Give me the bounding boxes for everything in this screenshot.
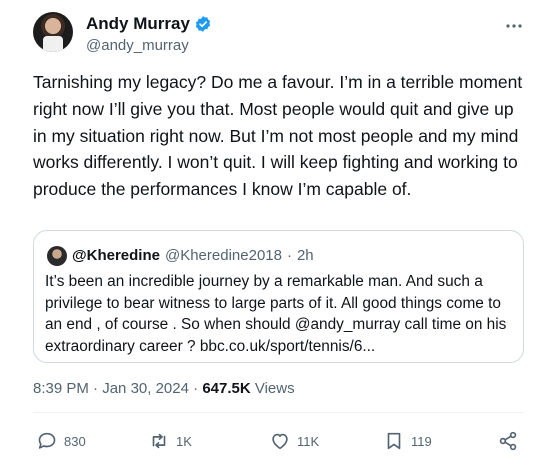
meta-separator-1: · bbox=[93, 380, 99, 397]
views-label: Views bbox=[254, 380, 295, 397]
quoted-header: @Kheredine @Kheredine2018 · 2h bbox=[72, 247, 314, 264]
like-button[interactable]: 11K bbox=[269, 430, 319, 452]
quoted-time: 2h bbox=[296, 247, 314, 264]
quoted-separator: · bbox=[286, 247, 292, 264]
author-name[interactable]: Andy Murray bbox=[86, 14, 190, 34]
bookmark-count: 119 bbox=[411, 433, 432, 449]
quoted-text: It’s been an incredible journey by a rem… bbox=[45, 273, 507, 355]
verified-badge-icon bbox=[195, 16, 211, 32]
reply-icon bbox=[38, 432, 56, 449]
tweet-meta: 8:39 PM · Jan 30, 2024 · 647.5K Views bbox=[33, 380, 295, 397]
reply-count: 830 bbox=[64, 433, 86, 449]
quoted-tweet-card[interactable]: @Kheredine @Kheredine2018 · 2h It’s been… bbox=[33, 230, 524, 363]
tweet-date[interactable]: Jan 30, 2024 bbox=[102, 380, 189, 397]
retweet-button[interactable]: 1K bbox=[148, 430, 192, 452]
bookmark-button[interactable]: 119 bbox=[383, 430, 432, 452]
tweet-text: Tarnishing my legacy? Do me a favour. I’… bbox=[33, 72, 523, 200]
like-count: 11K bbox=[297, 433, 320, 449]
quoted-avatar bbox=[47, 246, 67, 266]
views-count: 647.5K bbox=[202, 380, 251, 397]
share-button[interactable] bbox=[497, 430, 519, 452]
author-handle[interactable]: @andy_murray bbox=[86, 37, 189, 54]
author-avatar[interactable] bbox=[33, 12, 73, 52]
retweet-icon bbox=[152, 433, 166, 449]
heart-icon bbox=[272, 433, 288, 450]
author-name-row: Andy Murray bbox=[86, 14, 212, 34]
divider bbox=[33, 412, 524, 413]
quoted-handle: @Kheredine2018 bbox=[164, 247, 282, 264]
quoted-name: @Kheredine bbox=[72, 247, 160, 264]
meta-separator-2: · bbox=[193, 380, 199, 397]
bookmark-icon bbox=[387, 432, 401, 450]
reply-button[interactable]: 830 bbox=[36, 430, 86, 452]
retweet-count: 1K bbox=[176, 433, 192, 449]
more-options-icon[interactable] bbox=[505, 16, 523, 34]
share-icon bbox=[499, 431, 517, 451]
tweet-time[interactable]: 8:39 PM bbox=[33, 380, 89, 397]
